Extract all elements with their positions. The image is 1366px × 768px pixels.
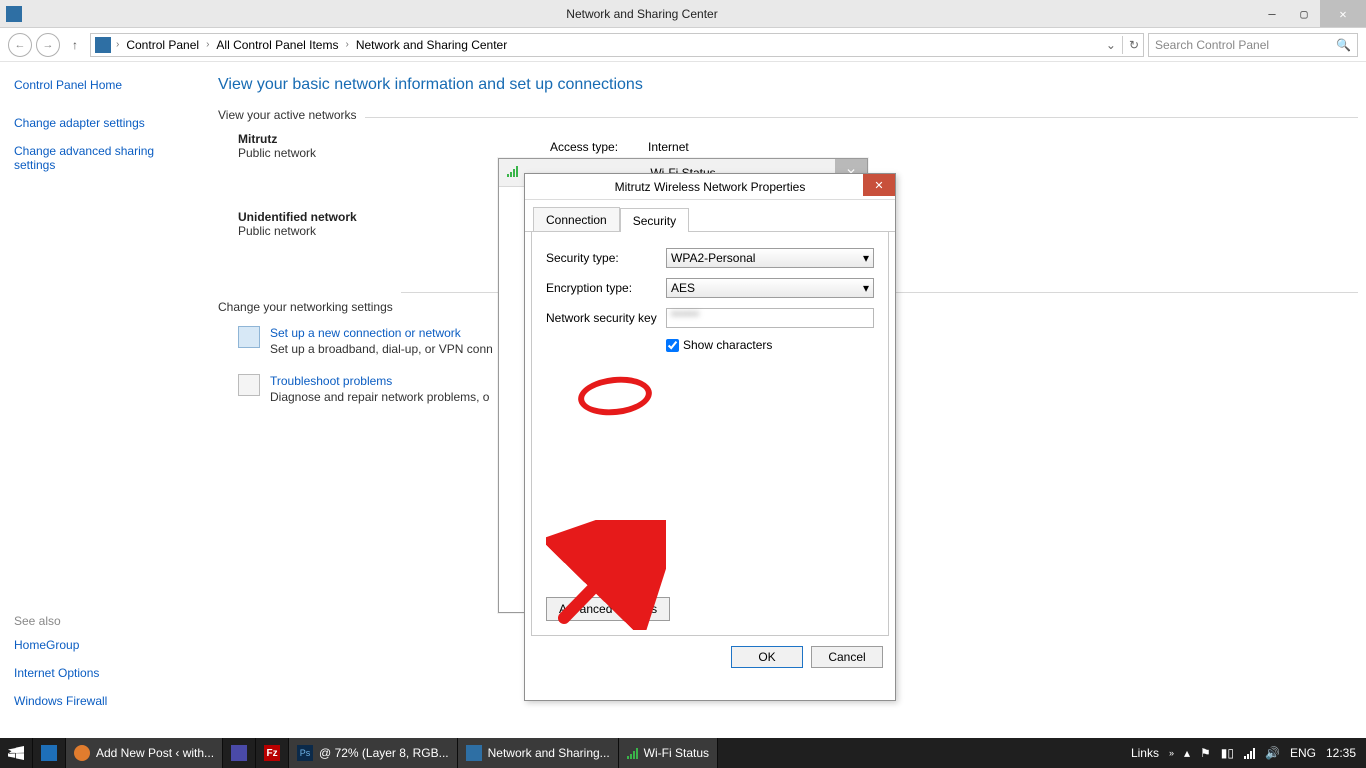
- troubleshoot-link[interactable]: Troubleshoot problems: [270, 374, 489, 388]
- chevron-down-icon: ▾: [863, 251, 869, 265]
- sidebar-change-adapter[interactable]: Change adapter settings: [14, 116, 196, 130]
- window-titlebar: Network and Sharing Center — ▢ ✕: [0, 0, 1366, 28]
- active-networks-label: View your active networks: [218, 108, 357, 122]
- taskbar-item-wifi-status[interactable]: Wi-Fi Status: [619, 738, 718, 768]
- crumb-control-panel[interactable]: Control Panel: [124, 38, 201, 52]
- encryption-type-select[interactable]: AES ▾: [666, 278, 874, 298]
- security-type-label: Security type:: [546, 251, 666, 265]
- ok-button[interactable]: OK: [731, 646, 803, 668]
- window-title: Network and Sharing Center: [28, 7, 1256, 21]
- search-icon: 🔍: [1336, 38, 1351, 52]
- troubleshoot-desc: Diagnose and repair network problems, o: [270, 390, 489, 404]
- taskbar-item-ie[interactable]: [33, 738, 66, 768]
- start-button[interactable]: [0, 738, 33, 768]
- chevron-down-icon: ▾: [863, 281, 869, 295]
- flag-icon[interactable]: ⚑: [1200, 746, 1211, 760]
- signal-icon: [627, 747, 638, 759]
- firefox-icon: [74, 745, 90, 761]
- system-tray: Links » ▴ ⚑ ▮▯ 🔊 ENG 12:35: [1121, 746, 1366, 760]
- back-button[interactable]: ←: [8, 33, 32, 57]
- language-indicator[interactable]: ENG: [1290, 746, 1316, 760]
- signal-icon: [507, 165, 523, 181]
- sidebar-home[interactable]: Control Panel Home: [14, 78, 196, 92]
- chevron-right-icon: ›: [113, 39, 122, 50]
- dropdown-icon[interactable]: ⌄: [1106, 38, 1116, 52]
- volume-icon[interactable]: 🔊: [1265, 746, 1280, 760]
- forward-button[interactable]: →: [36, 33, 60, 57]
- app-icon: [6, 6, 22, 22]
- chevron-right-icon: ›: [203, 39, 212, 50]
- security-tab-panel: Security type: WPA2-Personal ▾ Encryptio…: [531, 232, 889, 636]
- links-toolbar[interactable]: Links: [1131, 746, 1159, 760]
- address-bar: ← → ↑ › Control Panel › All Control Pane…: [0, 28, 1366, 62]
- close-button[interactable]: ✕: [1320, 0, 1366, 27]
- maximize-button[interactable]: ▢: [1288, 0, 1320, 27]
- windows-icon: [8, 746, 24, 760]
- network-icon: [466, 745, 482, 761]
- chevron-right-icon: ›: [342, 39, 351, 50]
- tray-up-icon[interactable]: ▴: [1184, 746, 1190, 760]
- taskbar-item-network-sharing[interactable]: Network and Sharing...: [458, 738, 619, 768]
- taskbar-item-photoshop[interactable]: Ps@ 72% (Layer 8, RGB...: [289, 738, 458, 768]
- advanced-settings-button[interactable]: Advanced settings: [546, 597, 670, 621]
- tab-connection[interactable]: Connection: [533, 207, 620, 231]
- cancel-button[interactable]: Cancel: [811, 646, 883, 668]
- crumb-all-items[interactable]: All Control Panel Items: [214, 38, 340, 52]
- access-type-row: Access type: Internet: [550, 140, 689, 154]
- close-button[interactable]: ✕: [863, 174, 895, 196]
- taskbar-item-mail[interactable]: [223, 738, 256, 768]
- photoshop-icon: Ps: [297, 745, 313, 761]
- chevron-right-icon[interactable]: »: [1169, 748, 1174, 758]
- sidebar-internet-options[interactable]: Internet Options: [14, 666, 196, 680]
- crumb-network-sharing[interactable]: Network and Sharing Center: [354, 38, 509, 52]
- clock[interactable]: 12:35: [1326, 746, 1356, 760]
- security-key-input[interactable]: ******: [666, 308, 874, 328]
- sidebar-windows-firewall[interactable]: Windows Firewall: [14, 694, 196, 708]
- taskbar-item-filezilla[interactable]: Fz: [256, 738, 289, 768]
- refresh-button[interactable]: ↻: [1129, 38, 1139, 52]
- minimize-button[interactable]: —: [1256, 0, 1288, 27]
- network-tray-icon[interactable]: [1244, 747, 1255, 759]
- mail-icon: [231, 745, 247, 761]
- security-key-label: Network security key: [546, 311, 666, 325]
- sidebar: Control Panel Home Change adapter settin…: [0, 62, 210, 738]
- access-value: Internet: [648, 140, 689, 154]
- troubleshoot-icon: [238, 374, 260, 396]
- page-heading: View your basic network information and …: [218, 76, 1358, 94]
- filezilla-icon: Fz: [264, 745, 280, 761]
- setup-connection-icon: [238, 326, 260, 348]
- taskbar: Add New Post ‹ with... Fz Ps@ 72% (Layer…: [0, 738, 1366, 768]
- power-icon[interactable]: ▮▯: [1221, 746, 1234, 760]
- change-settings-heading: Change your networking settings: [218, 300, 393, 314]
- dialog-title: Mitrutz Wireless Network Properties: [615, 180, 806, 194]
- taskbar-item-firefox[interactable]: Add New Post ‹ with...: [66, 738, 223, 768]
- show-characters-checkbox[interactable]: [666, 339, 679, 352]
- ie-icon: [41, 745, 57, 761]
- access-label: Access type:: [550, 140, 618, 154]
- setup-connection-desc: Set up a broadband, dial-up, or VPN conn: [270, 342, 493, 356]
- tab-strip: Connection Security: [525, 204, 895, 232]
- encryption-type-label: Encryption type:: [546, 281, 666, 295]
- security-type-select[interactable]: WPA2-Personal ▾: [666, 248, 874, 268]
- search-placeholder: Search Control Panel: [1155, 38, 1269, 52]
- seealso-label: See also: [14, 614, 196, 628]
- breadcrumb[interactable]: › Control Panel › All Control Panel Item…: [90, 33, 1144, 57]
- tab-security[interactable]: Security: [620, 208, 689, 232]
- network-properties-dialog: Mitrutz Wireless Network Properties ✕ Co…: [524, 173, 896, 701]
- up-button[interactable]: ↑: [64, 38, 86, 52]
- setup-connection-link[interactable]: Set up a new connection or network: [270, 326, 493, 340]
- show-characters-label: Show characters: [683, 338, 772, 352]
- search-input[interactable]: Search Control Panel 🔍: [1148, 33, 1358, 57]
- network-name: Mitrutz: [238, 132, 1358, 146]
- sidebar-homegroup[interactable]: HomeGroup: [14, 638, 196, 652]
- location-icon: [95, 37, 111, 53]
- sidebar-advanced-sharing[interactable]: Change advanced sharing settings: [14, 144, 174, 172]
